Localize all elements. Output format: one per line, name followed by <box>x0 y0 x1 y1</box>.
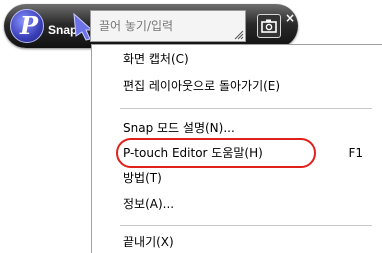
close-icon[interactable]: × <box>284 12 296 24</box>
menu-item-label: 방법(T) <box>123 171 162 185</box>
camera-icon <box>261 19 277 33</box>
menu-separator <box>120 108 372 109</box>
menu-item-return-to-edit-layout[interactable]: 편집 레이아웃으로 돌아가기(E) <box>123 75 371 97</box>
menu-item-exit[interactable]: 끝내기(X) <box>123 231 371 253</box>
snap-toolbar: P Snap × <box>4 4 298 48</box>
logo-letter: P <box>20 11 39 40</box>
menu-item-screen-capture[interactable]: 화면 캡처(C) <box>123 48 371 70</box>
snap-logo-icon[interactable]: P <box>10 9 44 43</box>
capture-button[interactable] <box>257 14 281 38</box>
screenshot: P Snap × 화면 캡처(C) 편집 레이아웃으로 돌아가기(E) <box>0 0 382 253</box>
resize-grip-icon[interactable] <box>234 30 244 40</box>
menu-item-shortcut: F1 <box>348 146 363 160</box>
menu-item-label: 정보(A)... <box>123 197 175 211</box>
drop-input-field[interactable] <box>90 10 246 42</box>
menu-item-about[interactable]: 정보(A)... <box>123 193 371 215</box>
highlight-ring <box>116 138 316 168</box>
menu-item-label: 편집 레이아웃으로 돌아가기(E) <box>123 79 281 93</box>
menu-item-label: 화면 캡처(C) <box>123 52 189 66</box>
menu-item-how-to[interactable]: 방법(T) <box>123 167 371 189</box>
menu-separator <box>120 225 372 226</box>
menu-item-label: 끝내기(X) <box>123 235 174 249</box>
menu-item-label: Snap 모드 설명(N)... <box>123 121 235 135</box>
menu-item-snap-mode-description[interactable]: Snap 모드 설명(N)... <box>123 117 371 139</box>
